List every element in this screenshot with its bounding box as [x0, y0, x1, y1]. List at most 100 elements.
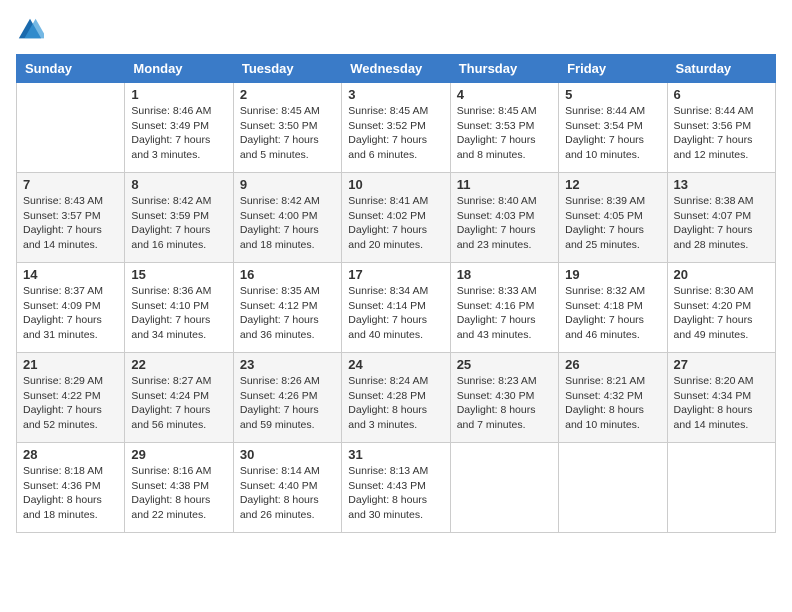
day-number: 7 [23, 177, 118, 192]
day-cell [450, 443, 558, 533]
day-cell: 26 Sunrise: 8:21 AM Sunset: 4:32 PM Dayli… [559, 353, 667, 443]
day-info: Sunrise: 8:21 AM Sunset: 4:32 PM Dayligh… [565, 374, 660, 433]
day-info: Sunrise: 8:42 AM Sunset: 4:00 PM Dayligh… [240, 194, 335, 253]
day-cell [667, 443, 775, 533]
day-cell: 5 Sunrise: 8:44 AM Sunset: 3:54 PM Daylig… [559, 83, 667, 173]
day-header-sunday: Sunday [17, 55, 125, 83]
day-info: Sunrise: 8:29 AM Sunset: 4:22 PM Dayligh… [23, 374, 118, 433]
day-info: Sunrise: 8:26 AM Sunset: 4:26 PM Dayligh… [240, 374, 335, 433]
day-info: Sunrise: 8:44 AM Sunset: 3:54 PM Dayligh… [565, 104, 660, 163]
day-cell: 20 Sunrise: 8:30 AM Sunset: 4:20 PM Dayli… [667, 263, 775, 353]
day-number: 26 [565, 357, 660, 372]
day-info: Sunrise: 8:36 AM Sunset: 4:10 PM Dayligh… [131, 284, 226, 343]
day-cell: 14 Sunrise: 8:37 AM Sunset: 4:09 PM Dayli… [17, 263, 125, 353]
day-header-thursday: Thursday [450, 55, 558, 83]
day-number: 2 [240, 87, 335, 102]
day-cell: 30 Sunrise: 8:14 AM Sunset: 4:40 PM Dayli… [233, 443, 341, 533]
day-header-friday: Friday [559, 55, 667, 83]
day-cell: 1 Sunrise: 8:46 AM Sunset: 3:49 PM Daylig… [125, 83, 233, 173]
day-info: Sunrise: 8:40 AM Sunset: 4:03 PM Dayligh… [457, 194, 552, 253]
week-row-1: 1 Sunrise: 8:46 AM Sunset: 3:49 PM Daylig… [17, 83, 776, 173]
day-info: Sunrise: 8:30 AM Sunset: 4:20 PM Dayligh… [674, 284, 769, 343]
day-cell: 12 Sunrise: 8:39 AM Sunset: 4:05 PM Dayli… [559, 173, 667, 263]
logo-icon [16, 16, 44, 44]
day-number: 6 [674, 87, 769, 102]
day-number: 19 [565, 267, 660, 282]
day-header-wednesday: Wednesday [342, 55, 450, 83]
day-cell: 7 Sunrise: 8:43 AM Sunset: 3:57 PM Daylig… [17, 173, 125, 263]
day-cell: 19 Sunrise: 8:32 AM Sunset: 4:18 PM Dayli… [559, 263, 667, 353]
day-info: Sunrise: 8:45 AM Sunset: 3:52 PM Dayligh… [348, 104, 443, 163]
day-cell: 28 Sunrise: 8:18 AM Sunset: 4:36 PM Dayli… [17, 443, 125, 533]
day-info: Sunrise: 8:20 AM Sunset: 4:34 PM Dayligh… [674, 374, 769, 433]
day-number: 8 [131, 177, 226, 192]
day-number: 14 [23, 267, 118, 282]
day-info: Sunrise: 8:37 AM Sunset: 4:09 PM Dayligh… [23, 284, 118, 343]
day-number: 21 [23, 357, 118, 372]
day-number: 12 [565, 177, 660, 192]
day-number: 22 [131, 357, 226, 372]
day-number: 25 [457, 357, 552, 372]
day-cell: 24 Sunrise: 8:24 AM Sunset: 4:28 PM Dayli… [342, 353, 450, 443]
day-cell: 17Sunrise: 8:34 AM Sunset: 4:14 PM Dayli… [342, 263, 450, 353]
day-info: Sunrise: 8:39 AM Sunset: 4:05 PM Dayligh… [565, 194, 660, 253]
day-cell: 21 Sunrise: 8:29 AM Sunset: 4:22 PM Dayli… [17, 353, 125, 443]
day-cell: 11 Sunrise: 8:40 AM Sunset: 4:03 PM Dayli… [450, 173, 558, 263]
day-number: 9 [240, 177, 335, 192]
calendar-table: SundayMondayTuesdayWednesdayThursdayFrid… [16, 54, 776, 533]
day-info: Sunrise: 8:23 AM Sunset: 4:30 PM Dayligh… [457, 374, 552, 433]
day-number: 1 [131, 87, 226, 102]
day-cell: 31Sunrise: 8:13 AM Sunset: 4:43 PM Dayli… [342, 443, 450, 533]
day-cell: 4Sunrise: 8:45 AM Sunset: 3:53 PM Daylig… [450, 83, 558, 173]
day-info: Sunrise: 8:35 AM Sunset: 4:12 PM Dayligh… [240, 284, 335, 343]
day-info: Sunrise: 8:45 AM Sunset: 3:50 PM Dayligh… [240, 104, 335, 163]
day-number: 30 [240, 447, 335, 462]
days-header-row: SundayMondayTuesdayWednesdayThursdayFrid… [17, 55, 776, 83]
day-number: 15 [131, 267, 226, 282]
day-info: Sunrise: 8:41 AM Sunset: 4:02 PM Dayligh… [348, 194, 443, 253]
day-info: Sunrise: 8:44 AM Sunset: 3:56 PM Dayligh… [674, 104, 769, 163]
day-number: 11 [457, 177, 552, 192]
day-cell: 18Sunrise: 8:33 AM Sunset: 4:16 PM Dayli… [450, 263, 558, 353]
day-cell: 15 Sunrise: 8:36 AM Sunset: 4:10 PM Dayli… [125, 263, 233, 353]
day-number: 31 [348, 447, 443, 462]
day-cell: 22 Sunrise: 8:27 AM Sunset: 4:24 PM Dayli… [125, 353, 233, 443]
day-number: 10 [348, 177, 443, 192]
day-number: 13 [674, 177, 769, 192]
day-number: 29 [131, 447, 226, 462]
day-number: 24 [348, 357, 443, 372]
week-row-2: 7 Sunrise: 8:43 AM Sunset: 3:57 PM Daylig… [17, 173, 776, 263]
day-info: Sunrise: 8:34 AM Sunset: 4:14 PM Dayligh… [348, 284, 443, 343]
day-number: 16 [240, 267, 335, 282]
day-cell: 29 Sunrise: 8:16 AM Sunset: 4:38 PM Dayli… [125, 443, 233, 533]
day-info: Sunrise: 8:32 AM Sunset: 4:18 PM Dayligh… [565, 284, 660, 343]
day-number: 5 [565, 87, 660, 102]
day-info: Sunrise: 8:18 AM Sunset: 4:36 PM Dayligh… [23, 464, 118, 523]
day-info: Sunrise: 8:24 AM Sunset: 4:28 PM Dayligh… [348, 374, 443, 433]
day-cell: 3 Sunrise: 8:45 AM Sunset: 3:52 PM Daylig… [342, 83, 450, 173]
day-number: 23 [240, 357, 335, 372]
day-info: Sunrise: 8:27 AM Sunset: 4:24 PM Dayligh… [131, 374, 226, 433]
day-number: 4 [457, 87, 552, 102]
week-row-5: 28 Sunrise: 8:18 AM Sunset: 4:36 PM Dayli… [17, 443, 776, 533]
day-info: Sunrise: 8:43 AM Sunset: 3:57 PM Dayligh… [23, 194, 118, 253]
day-info: Sunrise: 8:42 AM Sunset: 3:59 PM Dayligh… [131, 194, 226, 253]
day-cell: 27 Sunrise: 8:20 AM Sunset: 4:34 PM Dayli… [667, 353, 775, 443]
day-header-tuesday: Tuesday [233, 55, 341, 83]
day-number: 3 [348, 87, 443, 102]
header [16, 16, 776, 44]
day-cell: 8 Sunrise: 8:42 AM Sunset: 3:59 PM Daylig… [125, 173, 233, 263]
day-info: Sunrise: 8:46 AM Sunset: 3:49 PM Dayligh… [131, 104, 226, 163]
day-number: 20 [674, 267, 769, 282]
day-cell: 16 Sunrise: 8:35 AM Sunset: 4:12 PM Dayli… [233, 263, 341, 353]
week-row-3: 14 Sunrise: 8:37 AM Sunset: 4:09 PM Dayli… [17, 263, 776, 353]
day-cell [17, 83, 125, 173]
day-info: Sunrise: 8:14 AM Sunset: 4:40 PM Dayligh… [240, 464, 335, 523]
logo [16, 16, 48, 44]
day-number: 27 [674, 357, 769, 372]
day-cell: 10 Sunrise: 8:41 AM Sunset: 4:02 PM Dayli… [342, 173, 450, 263]
day-number: 28 [23, 447, 118, 462]
day-cell: 6 Sunrise: 8:44 AM Sunset: 3:56 PM Daylig… [667, 83, 775, 173]
day-info: Sunrise: 8:38 AM Sunset: 4:07 PM Dayligh… [674, 194, 769, 253]
day-info: Sunrise: 8:16 AM Sunset: 4:38 PM Dayligh… [131, 464, 226, 523]
